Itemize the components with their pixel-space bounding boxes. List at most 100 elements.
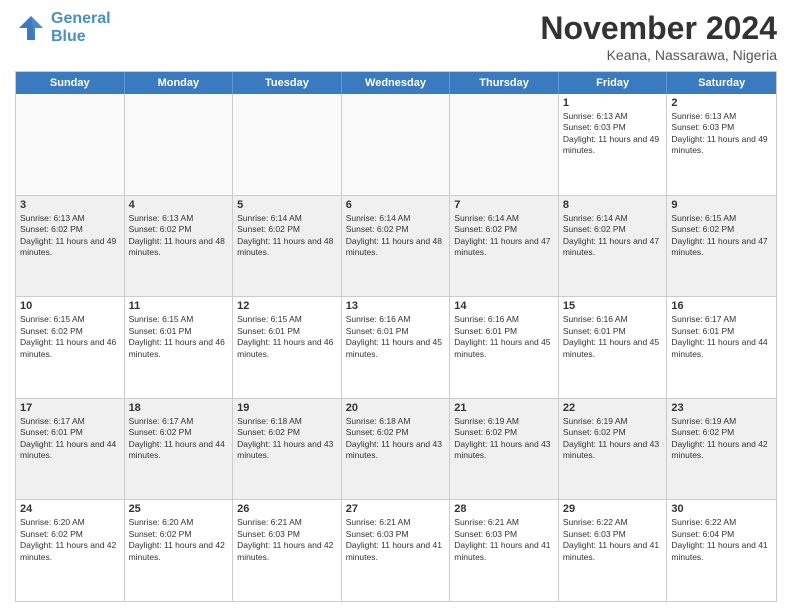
day-number: 26 <box>237 503 337 515</box>
calendar: SundayMondayTuesdayWednesdayThursdayFrid… <box>15 71 777 602</box>
day-info: Sunrise: 6:19 AM Sunset: 6:02 PM Dayligh… <box>563 416 663 462</box>
calendar-row-1: 3 Sunrise: 6:13 AM Sunset: 6:02 PM Daylig… <box>16 195 776 297</box>
header-day-thursday: Thursday <box>450 72 559 94</box>
day-number: 9 <box>671 199 772 211</box>
day-info: Sunrise: 6:17 AM Sunset: 6:01 PM Dayligh… <box>671 314 772 360</box>
day-cell-7: 7Sunrise: 6:14 AM Sunset: 6:02 PM Daylig… <box>450 196 559 297</box>
day-number: 24 <box>20 503 120 515</box>
day-cell-2: 2 Sunrise: 6:13 AM Sunset: 6:03 PM Daylig… <box>667 94 776 195</box>
day-info: Sunrise: 6:14 AM Sunset: 6:02 PM Dayligh… <box>346 213 446 259</box>
day-info: Sunrise: 6:15 AM Sunset: 6:01 PM Dayligh… <box>237 314 337 360</box>
day-number: 17 <box>20 402 120 414</box>
empty-cell <box>233 94 342 195</box>
day-info: Sunrise: 6:22 AM Sunset: 6:03 PM Dayligh… <box>563 517 663 563</box>
day-info: Sunrise: 6:18 AM Sunset: 6:02 PM Dayligh… <box>237 416 337 462</box>
day-info: Sunrise: 6:22 AM Sunset: 6:04 PM Dayligh… <box>671 517 772 563</box>
day-info: Sunrise: 6:20 AM Sunset: 6:02 PM Dayligh… <box>20 517 120 563</box>
day-cell-18: 18 Sunrise: 6:17 AM Sunset: 6:02 PM Dayli… <box>125 399 234 500</box>
day-number: 3 <box>20 199 120 211</box>
day-cell-27: 27 Sunrise: 6:21 AM Sunset: 6:03 PM Dayli… <box>342 500 451 601</box>
day-number: 30 <box>671 503 772 515</box>
day-number: 22 <box>563 402 663 414</box>
day-number: 10 <box>20 300 120 312</box>
day-number: 14 <box>454 300 554 312</box>
day-number: 15 <box>563 300 663 312</box>
day-number: 2 <box>671 97 772 109</box>
day-cell-21: 21 Sunrise: 6:19 AM Sunset: 6:02 PM Dayli… <box>450 399 559 500</box>
day-info: Sunrise: 6:14 AM Sunset: 6:02 PM Dayligh… <box>563 213 663 259</box>
logo-icon <box>15 12 47 44</box>
header-day-sunday: Sunday <box>16 72 125 94</box>
day-cell-25: 25 Sunrise: 6:20 AM Sunset: 6:02 PM Dayli… <box>125 500 234 601</box>
day-number: 29 <box>563 503 663 515</box>
day-info: Sunrise: 6:15 AM Sunset: 6:02 PM Dayligh… <box>20 314 120 360</box>
page: General Blue November 2024 Keana, Nassar… <box>0 0 792 612</box>
empty-cell <box>16 94 125 195</box>
day-info: Sunrise: 6:20 AM Sunset: 6:02 PM Dayligh… <box>129 517 229 563</box>
day-cell-10: 10 Sunrise: 6:15 AM Sunset: 6:02 PM Dayli… <box>16 297 125 398</box>
month-title: November 2024 <box>540 10 777 47</box>
day-info: Sunrise: 6:14 AM Sunset: 6:02 PM Dayligh… <box>237 213 337 259</box>
day-cell-17: 17 Sunrise: 6:17 AM Sunset: 6:01 PM Dayli… <box>16 399 125 500</box>
day-cell-19: 19 Sunrise: 6:18 AM Sunset: 6:02 PM Dayli… <box>233 399 342 500</box>
day-info: Sunrise: 6:13 AM Sunset: 6:02 PM Dayligh… <box>129 213 229 259</box>
day-cell-8: 8 Sunrise: 6:14 AM Sunset: 6:02 PM Daylig… <box>559 196 668 297</box>
day-number: 11 <box>129 300 229 312</box>
day-cell-24: 24 Sunrise: 6:20 AM Sunset: 6:02 PM Dayli… <box>16 500 125 601</box>
day-info: Sunrise: 6:14 AM Sunset: 6:02 PM Dayligh… <box>454 213 554 259</box>
header-day-saturday: Saturday <box>667 72 776 94</box>
day-cell-9: 9Sunrise: 6:15 AM Sunset: 6:02 PM Daylig… <box>667 196 776 297</box>
day-number: 16 <box>671 300 772 312</box>
day-cell-23: 23Sunrise: 6:19 AM Sunset: 6:02 PM Dayli… <box>667 399 776 500</box>
calendar-row-4: 24 Sunrise: 6:20 AM Sunset: 6:02 PM Dayli… <box>16 499 776 601</box>
day-number: 21 <box>454 402 554 414</box>
day-cell-22: 22 Sunrise: 6:19 AM Sunset: 6:02 PM Dayli… <box>559 399 668 500</box>
day-number: 27 <box>346 503 446 515</box>
calendar-header: SundayMondayTuesdayWednesdayThursdayFrid… <box>16 72 776 94</box>
header-day-tuesday: Tuesday <box>233 72 342 94</box>
day-info: Sunrise: 6:13 AM Sunset: 6:03 PM Dayligh… <box>563 111 663 157</box>
day-info: Sunrise: 6:13 AM Sunset: 6:02 PM Dayligh… <box>20 213 120 259</box>
day-cell-12: 12Sunrise: 6:15 AM Sunset: 6:01 PM Dayli… <box>233 297 342 398</box>
day-info: Sunrise: 6:15 AM Sunset: 6:01 PM Dayligh… <box>129 314 229 360</box>
day-cell-6: 6Sunrise: 6:14 AM Sunset: 6:02 PM Daylig… <box>342 196 451 297</box>
day-cell-4: 4 Sunrise: 6:13 AM Sunset: 6:02 PM Daylig… <box>125 196 234 297</box>
day-number: 19 <box>237 402 337 414</box>
day-cell-14: 14 Sunrise: 6:16 AM Sunset: 6:01 PM Dayli… <box>450 297 559 398</box>
day-cell-30: 30 Sunrise: 6:22 AM Sunset: 6:04 PM Dayli… <box>667 500 776 601</box>
day-cell-15: 15 Sunrise: 6:16 AM Sunset: 6:01 PM Dayli… <box>559 297 668 398</box>
empty-cell <box>125 94 234 195</box>
day-number: 18 <box>129 402 229 414</box>
day-info: Sunrise: 6:16 AM Sunset: 6:01 PM Dayligh… <box>346 314 446 360</box>
header-day-monday: Monday <box>125 72 234 94</box>
header-day-wednesday: Wednesday <box>342 72 451 94</box>
title-block: November 2024 Keana, Nassarawa, Nigeria <box>540 10 777 63</box>
day-cell-29: 29 Sunrise: 6:22 AM Sunset: 6:03 PM Dayli… <box>559 500 668 601</box>
day-info: Sunrise: 6:19 AM Sunset: 6:02 PM Dayligh… <box>454 416 554 462</box>
logo: General Blue <box>15 10 111 45</box>
day-info: Sunrise: 6:17 AM Sunset: 6:02 PM Dayligh… <box>129 416 229 462</box>
day-info: Sunrise: 6:16 AM Sunset: 6:01 PM Dayligh… <box>563 314 663 360</box>
day-number: 20 <box>346 402 446 414</box>
day-info: Sunrise: 6:17 AM Sunset: 6:01 PM Dayligh… <box>20 416 120 462</box>
day-number: 5 <box>237 199 337 211</box>
day-cell-16: 16 Sunrise: 6:17 AM Sunset: 6:01 PM Dayli… <box>667 297 776 398</box>
logo-line1: General <box>51 10 111 28</box>
day-cell-26: 26 Sunrise: 6:21 AM Sunset: 6:03 PM Dayli… <box>233 500 342 601</box>
day-info: Sunrise: 6:13 AM Sunset: 6:03 PM Dayligh… <box>671 111 772 157</box>
calendar-body: 1Sunrise: 6:13 AM Sunset: 6:03 PM Daylig… <box>16 94 776 601</box>
empty-cell <box>342 94 451 195</box>
day-number: 25 <box>129 503 229 515</box>
day-info: Sunrise: 6:21 AM Sunset: 6:03 PM Dayligh… <box>346 517 446 563</box>
day-info: Sunrise: 6:18 AM Sunset: 6:02 PM Dayligh… <box>346 416 446 462</box>
day-cell-5: 5 Sunrise: 6:14 AM Sunset: 6:02 PM Daylig… <box>233 196 342 297</box>
day-number: 4 <box>129 199 229 211</box>
day-cell-11: 11 Sunrise: 6:15 AM Sunset: 6:01 PM Dayli… <box>125 297 234 398</box>
day-number: 8 <box>563 199 663 211</box>
header: General Blue November 2024 Keana, Nassar… <box>15 10 777 63</box>
day-cell-1: 1Sunrise: 6:13 AM Sunset: 6:03 PM Daylig… <box>559 94 668 195</box>
day-info: Sunrise: 6:16 AM Sunset: 6:01 PM Dayligh… <box>454 314 554 360</box>
day-cell-28: 28Sunrise: 6:21 AM Sunset: 6:03 PM Dayli… <box>450 500 559 601</box>
day-info: Sunrise: 6:21 AM Sunset: 6:03 PM Dayligh… <box>237 517 337 563</box>
day-cell-3: 3 Sunrise: 6:13 AM Sunset: 6:02 PM Daylig… <box>16 196 125 297</box>
